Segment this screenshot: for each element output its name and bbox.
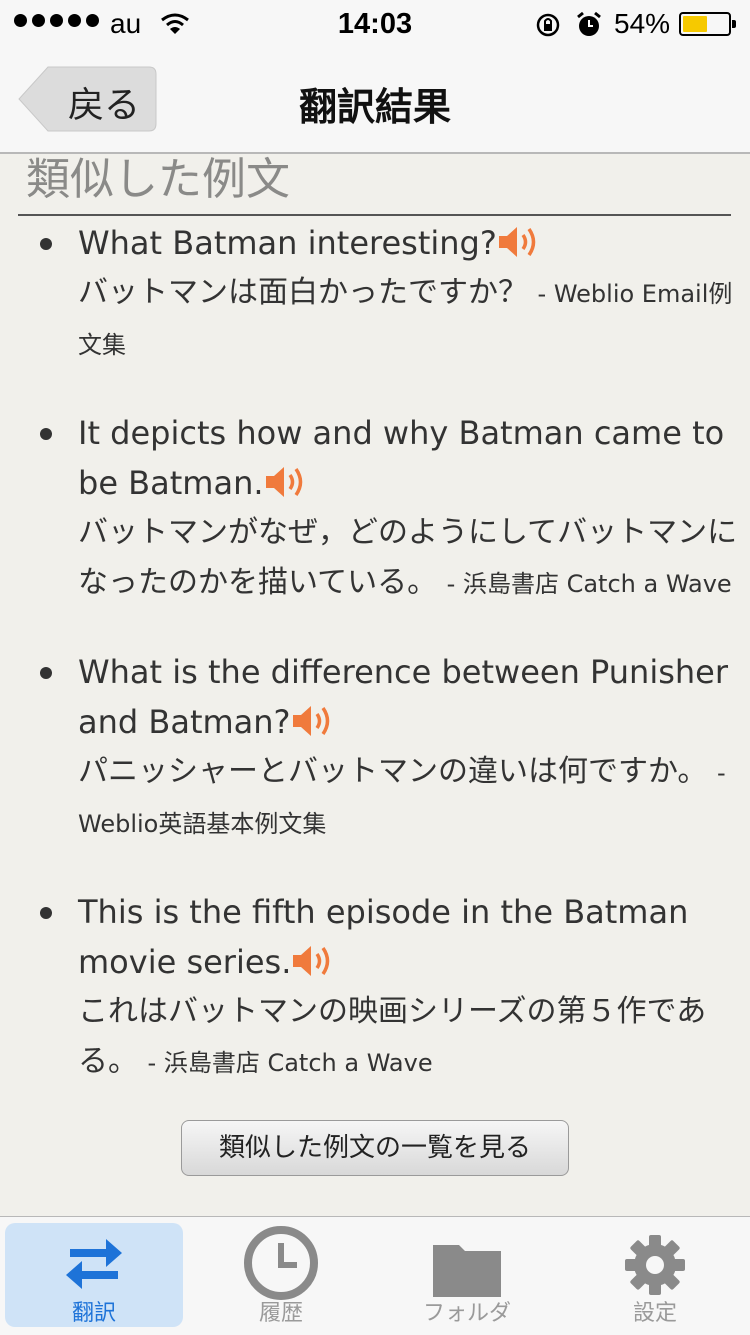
bullet-icon	[40, 428, 52, 440]
list-item: This is the fifth episode in the Batman …	[0, 887, 750, 1088]
tab-label: 設定	[632, 1301, 677, 1326]
example-english: It depicts how and why Batman came to be…	[78, 414, 725, 502]
clock-icon	[244, 1226, 318, 1300]
bullet-icon	[40, 907, 52, 919]
example-source[interactable]: - 浜島書店 Catch a Wave	[447, 570, 732, 598]
tab-folder[interactable]: フォルダ	[378, 1223, 556, 1327]
section-divider	[18, 214, 731, 216]
section-title: 類似した例文	[26, 154, 290, 205]
bullet-icon	[40, 238, 52, 250]
example-japanese: パニッシャーとバットマンの違いは何ですか。	[78, 754, 708, 789]
example-list: What Batman interesting? バットマンは面白かったですか？…	[0, 218, 750, 1126]
tab-label: 履歴	[258, 1301, 303, 1326]
tab-history[interactable]: 履歴	[192, 1223, 370, 1327]
bullet-icon	[40, 667, 52, 679]
tab-settings[interactable]: 設定	[566, 1223, 744, 1327]
speaker-icon[interactable]	[291, 943, 335, 979]
battery-icon	[679, 12, 736, 36]
example-english: What Batman interesting?	[78, 224, 497, 262]
view-all-examples-button[interactable]: 類似した例文の一覧を見る	[181, 1120, 569, 1176]
tab-translate[interactable]: 翻訳	[5, 1223, 183, 1327]
translate-arrows-icon	[66, 1239, 122, 1289]
list-item: What is the difference between Punisher …	[0, 647, 750, 849]
navigation-bar: 戻る 翻訳結果	[0, 48, 750, 154]
speaker-icon[interactable]	[264, 464, 308, 500]
page-title: 翻訳結果	[298, 85, 451, 129]
example-english: What is the difference between Punisher …	[78, 653, 729, 741]
tab-label: 翻訳	[71, 1301, 116, 1326]
folder-icon	[433, 1245, 501, 1297]
example-source[interactable]: - 浜島書店 Catch a Wave	[148, 1049, 433, 1077]
speaker-icon[interactable]	[497, 224, 541, 260]
rotation-lock-icon	[536, 13, 560, 37]
example-japanese: バットマンは面白かったですか？	[78, 275, 528, 310]
content-area[interactable]: 類似した例文 What Batman interesting? バットマンは面白…	[0, 152, 750, 1216]
status-bar: au 14:03 54%	[0, 0, 750, 48]
speaker-icon[interactable]	[291, 703, 335, 739]
alarm-icon	[577, 11, 601, 36]
tab-bar: 翻訳 履歴 フォルダ 設定	[0, 1216, 750, 1335]
tab-label: フォルダ	[422, 1301, 511, 1326]
list-item: It depicts how and why Batman came to be…	[0, 408, 750, 609]
gear-icon	[625, 1235, 685, 1295]
battery-percent: 54%	[614, 8, 671, 39]
list-item: What Batman interesting? バットマンは面白かったですか？…	[0, 218, 750, 370]
example-english: This is the fifth episode in the Batman …	[78, 893, 689, 981]
